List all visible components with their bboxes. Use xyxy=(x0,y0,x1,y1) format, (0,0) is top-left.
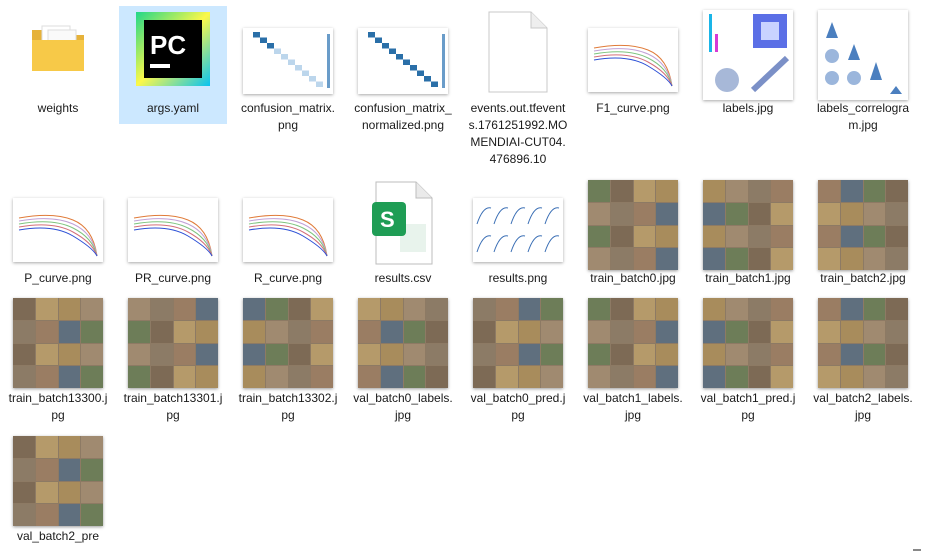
confusion-matrix-normalized-thumbnail xyxy=(358,28,448,94)
file-item[interactable]: val_batch1_pred.jpg xyxy=(694,294,802,424)
photo-grid-thumbnail xyxy=(13,436,103,526)
svg-text:S: S xyxy=(380,207,395,232)
curve-thumbnail xyxy=(13,198,103,262)
file-name: val_batch0_labels.jpg xyxy=(353,391,453,422)
blank-file-icon xyxy=(487,10,549,94)
photo-grid-thumbnail xyxy=(473,298,563,388)
photo-grid-thumbnail xyxy=(818,298,908,388)
file-item[interactable]: val_batch0_labels.jpg xyxy=(349,294,457,424)
file-name: train_batch2.jpg xyxy=(820,271,906,285)
file-item[interactable]: PC args.yaml xyxy=(119,6,227,124)
file-item[interactable]: weights xyxy=(4,6,112,117)
curve-thumbnail xyxy=(588,28,678,92)
scroll-indicator xyxy=(913,549,921,551)
file-item[interactable]: F1_curve.png xyxy=(579,6,687,117)
labels-thumbnail xyxy=(703,10,793,100)
file-item[interactable]: labels_correlogram.jpg xyxy=(809,6,917,134)
file-name: args.yaml xyxy=(146,101,199,115)
results-thumbnail xyxy=(473,198,563,262)
folder-icon xyxy=(28,18,88,78)
file-name: labels_correlogram.jpg xyxy=(816,101,910,132)
file-name: val_batch2_pre xyxy=(16,529,100,543)
curve-thumbnail xyxy=(243,198,333,262)
file-name: confusion_matrix_normalized.png xyxy=(354,101,452,132)
file-name: val_batch2_labels.jpg xyxy=(813,391,913,422)
file-name: val_batch0_pred.jpg xyxy=(470,391,566,422)
correlogram-thumbnail xyxy=(818,10,908,100)
file-name: train_batch0.jpg xyxy=(590,271,676,285)
file-item[interactable]: train_batch13301.jpg xyxy=(119,294,227,424)
file-item[interactable]: train_batch0.jpg xyxy=(579,176,687,287)
file-item[interactable]: val_batch2_labels.jpg xyxy=(809,294,917,424)
photo-grid-thumbnail xyxy=(128,298,218,388)
file-item[interactable]: labels.jpg xyxy=(694,6,802,117)
photo-grid-thumbnail xyxy=(588,298,678,388)
photo-grid-thumbnail xyxy=(13,298,103,388)
file-item[interactable]: PR_curve.png xyxy=(119,176,227,287)
file-name: events.out.tfevents.1761251992.MOMENDIAI… xyxy=(468,101,568,166)
file-name: results.csv xyxy=(374,271,432,285)
file-name: confusion_matrix.png xyxy=(240,101,336,132)
file-item[interactable]: confusion_matrix.png xyxy=(234,6,342,134)
file-item[interactable]: val_batch2_pre xyxy=(4,432,112,545)
photo-grid-thumbnail xyxy=(703,180,793,270)
file-item[interactable]: val_batch0_pred.jpg xyxy=(464,294,572,424)
file-name: R_curve.png xyxy=(253,271,323,285)
file-name: weights xyxy=(37,101,79,115)
file-name: train_batch13301.jpg xyxy=(123,391,223,422)
file-name: val_batch1_labels.jpg xyxy=(583,391,683,422)
confusion-matrix-thumbnail xyxy=(243,28,333,94)
file-name: train_batch13302.jpg xyxy=(238,391,338,422)
pycharm-icon: PC xyxy=(136,12,210,86)
file-item[interactable]: events.out.tfevents.1761251992.MOMENDIAI… xyxy=(464,6,572,168)
file-item[interactable]: val_batch1_labels.jpg xyxy=(579,294,687,424)
file-name: train_batch1.jpg xyxy=(705,271,791,285)
file-name: F1_curve.png xyxy=(596,101,670,115)
file-item[interactable]: R_curve.png xyxy=(234,176,342,287)
file-name: PR_curve.png xyxy=(134,271,212,285)
file-item[interactable]: Sresults.csv xyxy=(349,176,457,287)
file-item[interactable]: confusion_matrix_normalized.png xyxy=(349,6,457,134)
photo-grid-thumbnail xyxy=(243,298,333,388)
file-item[interactable]: train_batch2.jpg xyxy=(809,176,917,287)
file-name: labels.jpg xyxy=(722,101,774,115)
file-item[interactable]: results.png xyxy=(464,176,572,287)
file-item[interactable]: train_batch1.jpg xyxy=(694,176,802,287)
file-name: results.png xyxy=(488,271,548,285)
file-item[interactable]: P_curve.png xyxy=(4,176,112,287)
curve-thumbnail xyxy=(128,198,218,262)
file-name: P_curve.png xyxy=(24,271,92,285)
file-item[interactable]: train_batch13300.jpg xyxy=(4,294,112,424)
file-item[interactable]: train_batch13302.jpg xyxy=(234,294,342,424)
photo-grid-thumbnail xyxy=(358,298,448,388)
file-name: val_batch1_pred.jpg xyxy=(700,391,796,422)
spreadsheet-icon: S xyxy=(370,180,436,266)
file-grid: weights PC args.yaml confusion_matrix.png co… xyxy=(0,0,929,553)
photo-grid-thumbnail xyxy=(588,180,678,270)
photo-grid-thumbnail xyxy=(703,298,793,388)
photo-grid-thumbnail xyxy=(818,180,908,270)
file-name: train_batch13300.jpg xyxy=(8,391,108,422)
svg-text:PC: PC xyxy=(150,30,186,60)
